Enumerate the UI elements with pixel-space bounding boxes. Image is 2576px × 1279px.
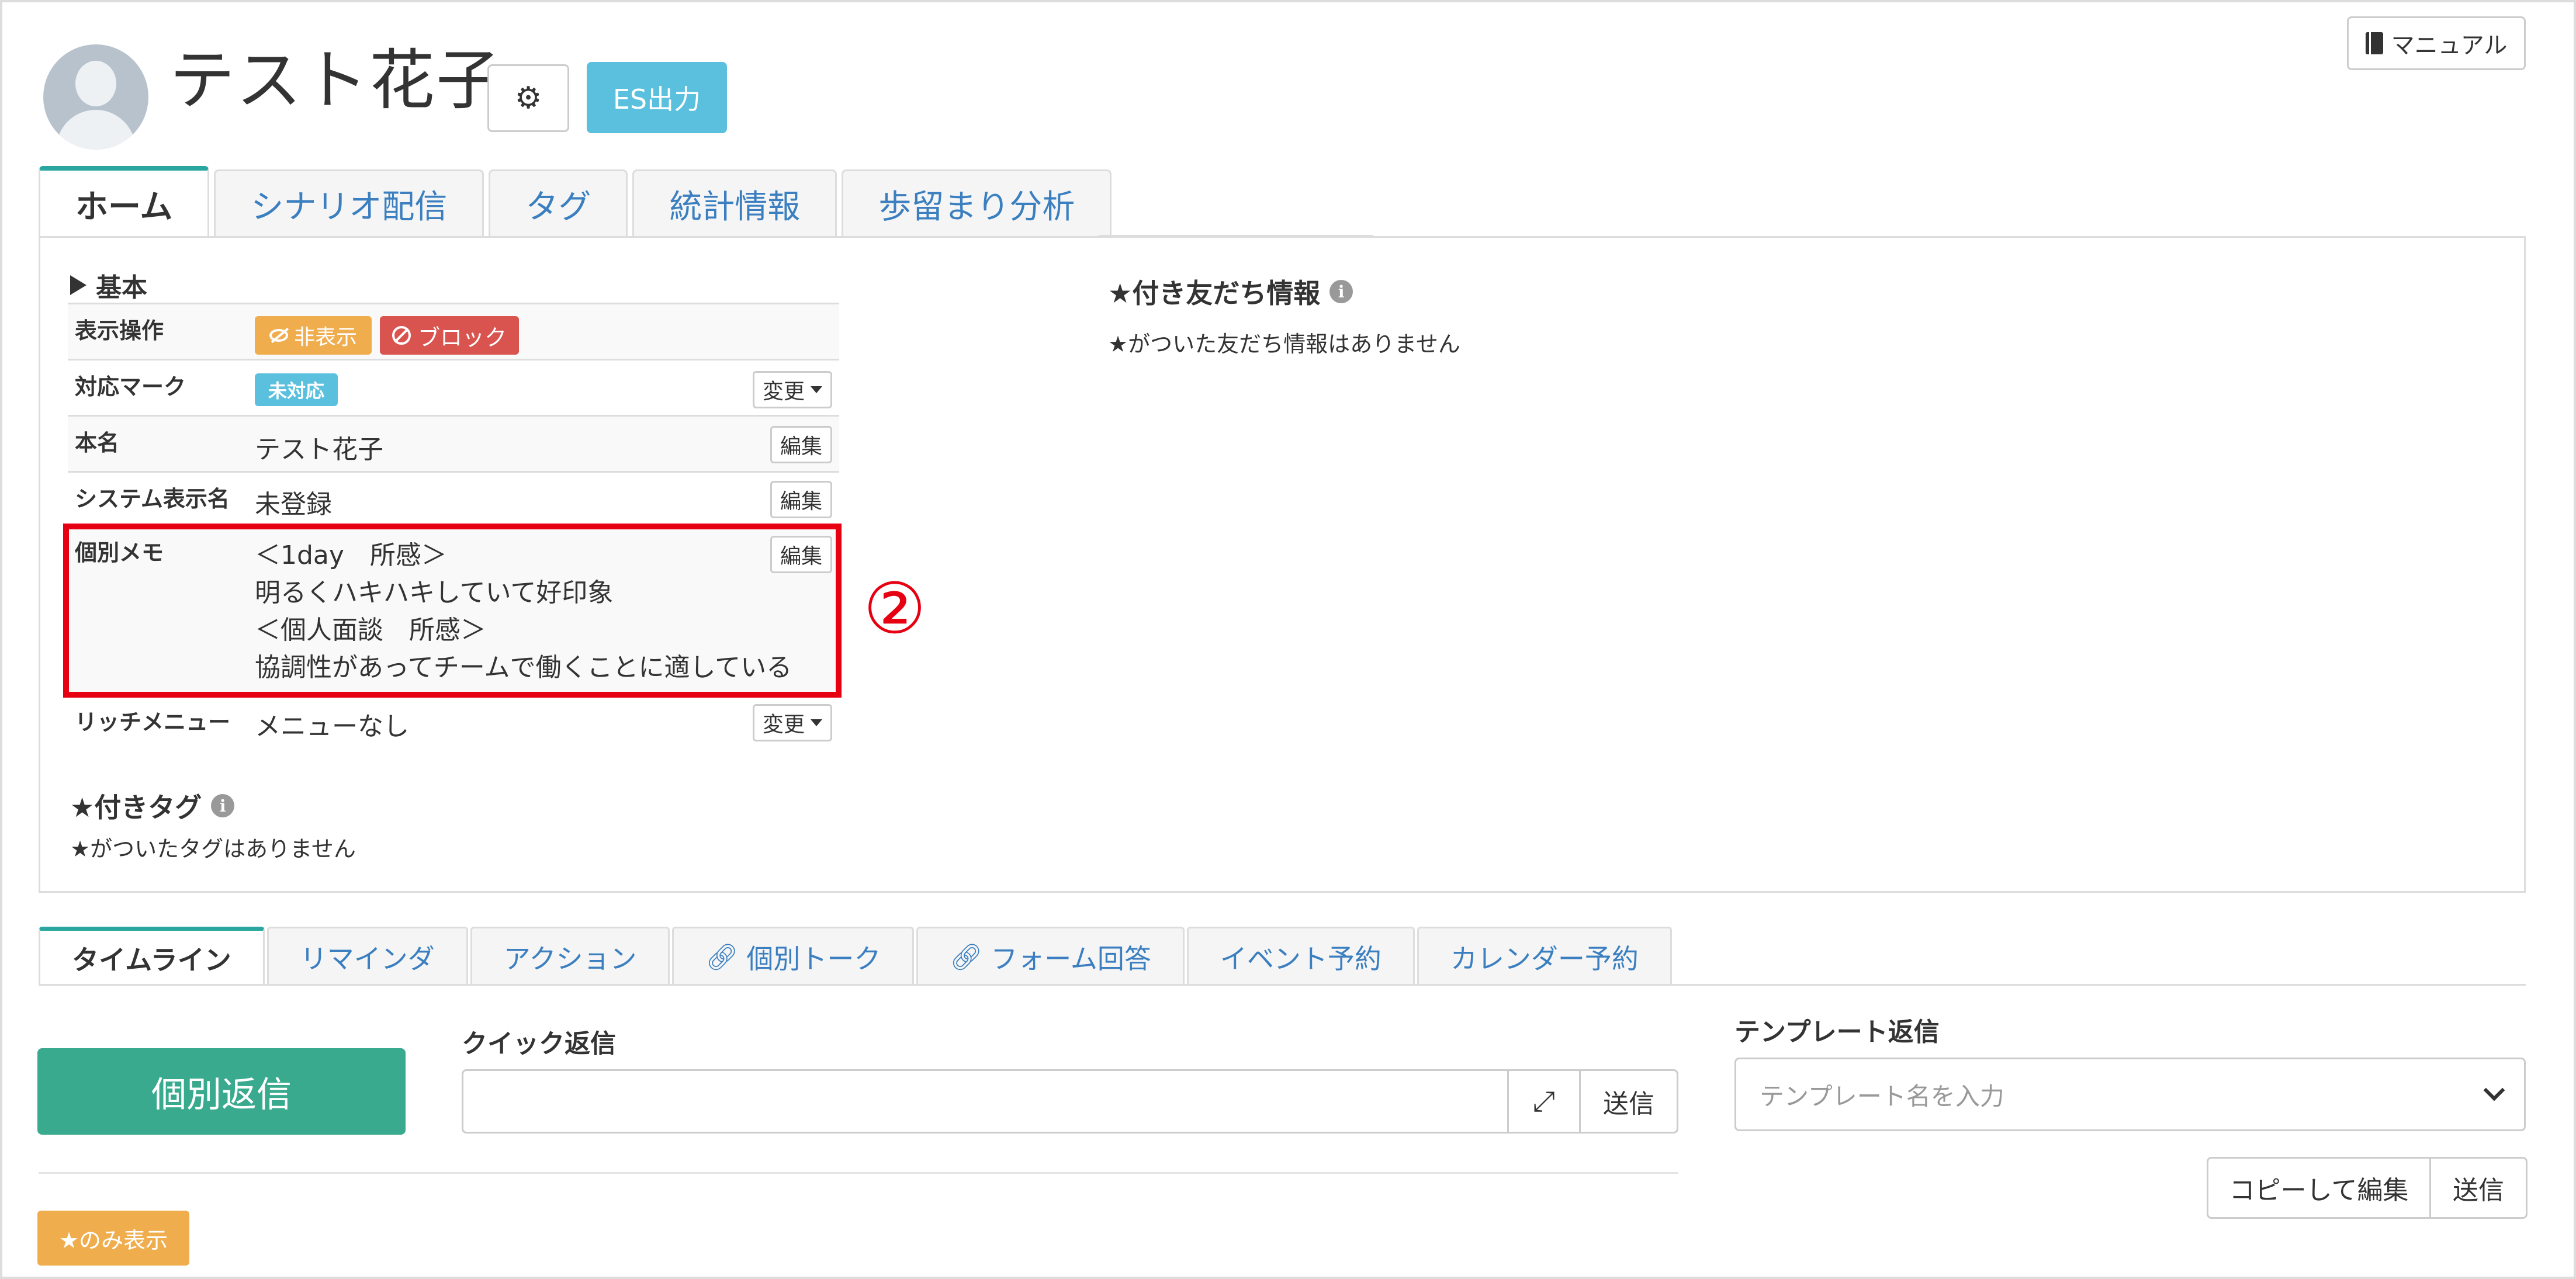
system-name-edit-button[interactable]: 編集: [770, 481, 832, 518]
hide-button[interactable]: 非表示: [255, 316, 372, 355]
caret-down-icon: [811, 719, 822, 726]
tab-label: カレンダー予約: [1450, 942, 1639, 975]
manual-button[interactable]: マニュアル: [2347, 16, 2526, 70]
tab-timeline[interactable]: タイムライン: [39, 927, 265, 985]
triangle-right-icon: [70, 275, 86, 295]
tab-event-booking[interactable]: イベント予約: [1186, 927, 1415, 985]
caret-down-icon: [811, 386, 822, 393]
block-label: ブロック: [417, 324, 507, 351]
tab-reminder[interactable]: リマインダ: [266, 927, 468, 985]
star-only-button[interactable]: ★のみ表示: [37, 1211, 189, 1266]
eye-slash-icon: [269, 329, 288, 342]
rich-menu-value: メニューなし: [255, 712, 409, 741]
tab-label: アクション: [503, 942, 637, 975]
tab-scenario[interactable]: シナリオ配信: [214, 169, 484, 237]
basic-section-toggle[interactable]: 基本: [70, 266, 147, 304]
hide-label: 非表示: [293, 325, 357, 349]
row-label: 本名: [75, 430, 120, 456]
starred-friends-label: ★付き友だち情報: [1108, 278, 1321, 309]
row-status-mark: 対応マーク 未対応 変更: [68, 359, 839, 415]
tab-individual-talk[interactable]: 🔗︎ 個別トーク: [672, 927, 915, 985]
template-reply-label: テンプレート返信: [1734, 1017, 1940, 1047]
memo-line: 明るくハキハキしていて好印象: [255, 578, 614, 608]
expand-button[interactable]: ⤢: [1507, 1069, 1581, 1134]
tab-tags[interactable]: タグ: [489, 169, 628, 237]
starred-tags-label: ★付きタグ: [70, 792, 202, 823]
real-name-edit-button[interactable]: 編集: [770, 426, 832, 463]
tab-form-answers[interactable]: 🔗︎ フォーム回答: [916, 927, 1185, 985]
memo-edit-button[interactable]: 編集: [770, 536, 832, 573]
quick-send-button[interactable]: 送信: [1579, 1069, 1678, 1134]
starred-friends-title: ★付き友だち情報 i: [1108, 272, 1353, 311]
tab-calendar-booking[interactable]: カレンダー予約: [1417, 927, 1672, 985]
gear-icon: ⚙: [514, 81, 542, 116]
template-placeholder: テンプレート名を入力: [1760, 1082, 2004, 1111]
divider: [39, 1172, 1678, 1174]
tab-label: リマインダ: [300, 942, 435, 975]
tab-label: 個別トーク: [746, 942, 881, 975]
memo-line: ＜1day 所感＞: [255, 540, 447, 570]
info-icon[interactable]: i: [1329, 280, 1353, 303]
tab-stats[interactable]: 統計情報: [632, 169, 837, 237]
system-name-value: 未登録: [255, 490, 332, 519]
copy-edit-button[interactable]: コピーして編集: [2207, 1157, 2431, 1219]
tab-label: タイムライン: [72, 944, 231, 976]
book-icon: [2365, 32, 2383, 54]
info-icon[interactable]: i: [211, 794, 235, 817]
timeline-tabs: タイムライン リマインダ アクション 🔗︎ 個別トーク 🔗︎ フォーム回答 イベント…: [39, 927, 1674, 985]
starred-friends-empty: ★がついた友だち情報はありません: [1108, 331, 1460, 357]
change-label: 変更: [762, 380, 805, 404]
template-select[interactable]: テンプレート名を入力: [1734, 1058, 2526, 1131]
avatar: [43, 44, 148, 150]
row-label: 対応マーク: [75, 374, 186, 400]
settings-button[interactable]: ⚙: [487, 64, 569, 132]
row-system-name: システム表示名 未登録 編集: [68, 471, 839, 525]
rich-menu-change-dropdown[interactable]: 変更: [752, 704, 832, 741]
real-name-value: テスト花子: [255, 435, 383, 465]
annotation-number: ②: [863, 569, 926, 650]
link-icon: 🔗︎: [950, 942, 983, 972]
quick-reply-input[interactable]: [462, 1069, 1509, 1134]
block-button[interactable]: ブロック: [380, 316, 519, 355]
status-change-dropdown[interactable]: 変更: [752, 371, 832, 408]
tab-label: イベント予約: [1220, 942, 1382, 975]
expand-icon: ⤢: [1532, 1084, 1556, 1118]
tab-action[interactable]: アクション: [470, 927, 670, 985]
status-badge: 未対応: [255, 373, 338, 406]
es-export-button[interactable]: ES出力: [587, 62, 727, 133]
starred-tags-empty: ★がついたタグはありません: [70, 836, 356, 862]
starred-tags-title: ★付きタグ i: [70, 786, 235, 825]
memo-text: ＜1day 所感＞ 明るくハキハキしていて好印象 ＜個人面談 所感＞ 協調性があ…: [255, 537, 792, 687]
change-label: 変更: [762, 713, 805, 737]
memo-line: ＜個人面談 所感＞: [255, 615, 486, 645]
individual-reply-button[interactable]: 個別返信: [37, 1048, 406, 1135]
main-tabs: ホーム シナリオ配信 タグ 統計情報 歩留まり分析: [39, 166, 1116, 237]
ban-icon: [392, 326, 411, 345]
memo-line: 協調性があってチームで働くことに適している: [255, 653, 792, 682]
row-rich-menu: リッチメニュー メニューなし 変更: [68, 694, 839, 750]
row-display-ops: 表示操作 非表示 ブロック: [68, 303, 839, 359]
row-memo: 個別メモ ＜1day 所感＞ 明るくハキハキしていて好印象 ＜個人面談 所感＞ …: [68, 525, 839, 694]
row-label: 個別メモ: [75, 540, 164, 566]
chevron-down-icon: [2483, 1079, 2505, 1101]
row-label: システム表示名: [75, 486, 230, 512]
template-send-button[interactable]: 送信: [2429, 1157, 2527, 1219]
link-icon: 🔗︎: [705, 942, 739, 972]
tab-label: フォーム回答: [991, 942, 1151, 975]
tab-yield-analysis[interactable]: 歩留まり分析: [842, 169, 1112, 237]
manual-label: マニュアル: [2391, 32, 2508, 59]
row-label: 表示操作: [75, 318, 164, 344]
tab-home[interactable]: ホーム: [39, 166, 210, 237]
row-label: リッチメニュー: [75, 709, 231, 735]
quick-reply-label: クイック返信: [462, 1029, 616, 1059]
page-title: テスト花子: [169, 43, 503, 119]
basic-section-title: 基本: [96, 273, 147, 303]
row-real-name: 本名 テスト花子 編集: [68, 415, 839, 471]
tabs-divider: [39, 984, 2526, 986]
